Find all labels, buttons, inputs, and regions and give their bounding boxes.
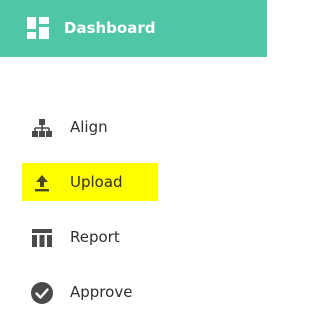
report-icon bbox=[32, 229, 52, 247]
nav-item-upload[interactable]: Upload bbox=[22, 163, 158, 201]
dashboard-title: Dashboard bbox=[64, 19, 156, 37]
align-icon bbox=[32, 119, 52, 137]
approve-icon bbox=[31, 282, 53, 304]
nav-item-report[interactable]: Report bbox=[22, 218, 158, 256]
dashboard-icon bbox=[27, 17, 49, 39]
nav-item-label: Align bbox=[70, 118, 108, 136]
nav-item-label: Approve bbox=[70, 283, 133, 301]
dashboard-header[interactable]: Dashboard bbox=[0, 0, 267, 57]
nav-item-label: Upload bbox=[70, 173, 123, 191]
upload-icon bbox=[35, 175, 49, 192]
nav-item-approve[interactable]: Approve bbox=[22, 273, 158, 311]
nav-item-label: Report bbox=[70, 228, 120, 246]
nav-item-align[interactable]: Align bbox=[22, 108, 158, 146]
